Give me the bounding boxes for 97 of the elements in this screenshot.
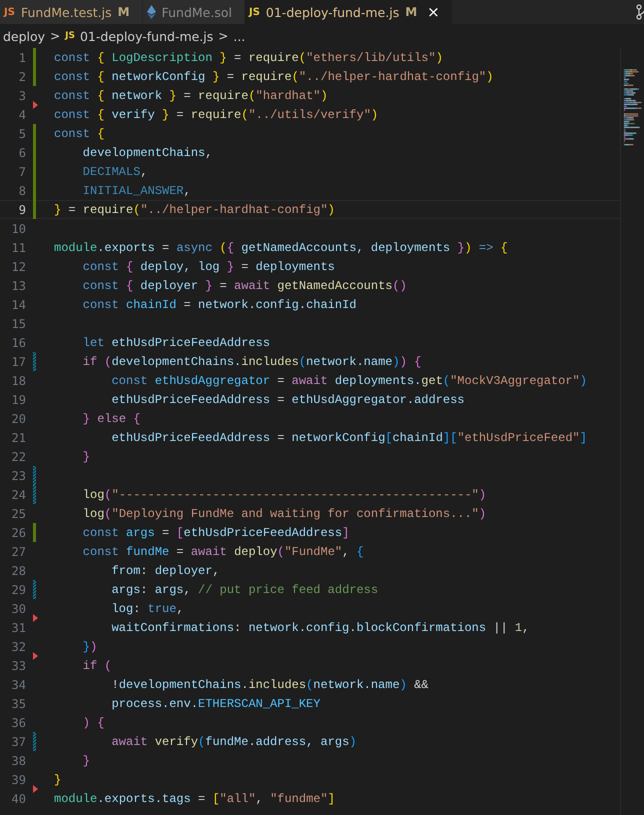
line-number: 4	[18, 108, 26, 122]
code-line: process.env.ETHERSCAN_API_KEY	[110, 696, 320, 710]
line-number: 33	[10, 658, 26, 672]
line-number: 26	[10, 526, 26, 540]
line-number: 25	[10, 506, 26, 520]
code-line: const { verify } = require("../utils/verify")	[54, 108, 378, 122]
code-line: args: args, // put price feed address	[110, 582, 378, 596]
code-line: developmentChains,	[82, 146, 212, 160]
code-line: }	[82, 450, 90, 464]
line-number: 14	[10, 298, 26, 312]
js-file-icon: JS	[65, 31, 75, 41]
code-line: const { networkConfig } = require("../helper-hardhat-config")	[54, 70, 494, 84]
breadcrumb-more[interactable]: ...	[233, 28, 246, 44]
editor-tab[interactable]: JS 01-deploy-fund-me.js M ×	[244, 0, 453, 24]
modified-label: M	[118, 5, 130, 19]
code-line: if (	[82, 658, 112, 672]
line-number: 5	[18, 126, 26, 140]
js-file-icon: JS	[4, 6, 15, 18]
line-number: 19	[10, 392, 26, 406]
code-line: })	[82, 640, 98, 654]
code-line: ethUsdPriceFeedAddress = networkConfig[chainId]["ethUsdPriceFeed"]	[110, 430, 587, 444]
line-number: 29	[10, 582, 26, 596]
tab-label: FundMe.test.js	[20, 4, 112, 20]
line-number: 10	[10, 222, 26, 236]
line-number: 22	[10, 450, 26, 464]
code-line: const ethUsdAggregator = await deployments.get("MockV3Aggregator")	[110, 374, 587, 388]
line-number: 24	[10, 488, 26, 502]
code-line: log("Deploying FundMe and waiting for confirmations...")	[82, 506, 486, 520]
code-line: DECIMALS,	[82, 164, 148, 178]
editor-tab[interactable]: FundMe.sol	[142, 0, 245, 24]
code-line: const chainId = network.config.chainId	[82, 298, 356, 312]
line-number: 35	[10, 696, 26, 710]
line-number: 36	[10, 716, 26, 730]
code-line: const { network } = require("hardhat")	[54, 88, 328, 102]
code-line: } = require("../helper-hardhat-config")	[54, 202, 335, 216]
line-number: 28	[10, 564, 26, 578]
code-line: const { deployer } = await getNamedAccounts()	[82, 278, 407, 292]
code-line: waitConfirmations: network.config.blockConfirmations || 1,	[110, 620, 530, 634]
code-line: }	[54, 772, 62, 786]
code-line: ) {	[82, 716, 104, 730]
line-number: 3	[18, 88, 26, 102]
line-number: 17	[10, 354, 26, 368]
code-line: const {	[54, 126, 104, 140]
diamond-icon	[146, 5, 156, 19]
line-number: 12	[10, 260, 26, 274]
line-number: 9	[18, 202, 26, 216]
code-line: const fundMe = await deploy("FundMe", {	[82, 544, 364, 558]
line-number: 30	[10, 602, 26, 616]
breadcrumb-separator: >	[50, 29, 60, 43]
line-number: 15	[10, 316, 26, 330]
line-number: 21	[10, 430, 26, 444]
tab-label: FundMe.sol	[162, 4, 232, 20]
line-number: 1	[18, 50, 26, 64]
line-number: 16	[10, 336, 26, 350]
code-line: ethUsdPriceFeedAddress = ethUsdAggregator.address	[110, 392, 464, 406]
code-line: from: deployer,	[110, 564, 220, 578]
breadcrumb-folder[interactable]: deploy	[3, 28, 46, 44]
branch-icon[interactable]	[636, 4, 644, 20]
minimap-drawing[interactable]	[620, 48, 644, 815]
line-number: 31	[10, 620, 26, 634]
line-number: 20	[10, 412, 26, 426]
line-number: 40	[10, 792, 26, 806]
line-number: 32	[10, 640, 26, 654]
line-number: 23	[10, 468, 26, 482]
line-number: 8	[18, 184, 26, 198]
code-line: } else {	[82, 412, 140, 426]
line-number: 37	[10, 734, 26, 748]
editor-tab[interactable]: JS FundMe.test.js M	[0, 0, 143, 24]
line-number: 38	[10, 754, 26, 768]
line-number: 27	[10, 544, 26, 558]
line-number: 39	[10, 772, 26, 786]
js-file-icon: JS	[248, 6, 260, 18]
code-line: module.exports.tags = ["all", "fundme"]	[54, 792, 335, 806]
line-number: 2	[18, 70, 26, 84]
line-number: 13	[10, 278, 26, 292]
line-number: 34	[10, 678, 26, 692]
code-line: const { deploy, log } = deployments	[82, 260, 335, 274]
code-line: const args = [ethUsdPriceFeedAddress]	[82, 526, 350, 540]
code-line: log: true,	[110, 602, 184, 616]
line-number: 7	[18, 164, 26, 178]
code-line: log("-------------------------------------------------")	[82, 488, 486, 502]
breadcrumb-file[interactable]: 01-deploy-fund-me.js	[80, 28, 214, 44]
line-number: 6	[18, 146, 26, 160]
line-number: 18	[10, 374, 26, 388]
line-number: 11	[10, 240, 26, 254]
code-line: await verify(fundMe.address, args)	[110, 734, 356, 748]
modified-label: M	[405, 5, 418, 19]
breadcrumb-separator: >	[218, 29, 228, 43]
code-line: INITIAL_ANSWER,	[82, 184, 191, 198]
code-line: let ethUsdPriceFeedAddress	[82, 336, 270, 350]
code-line: }	[82, 754, 90, 768]
code-line: module.exports = async ({ getNamedAccounts, deployments }) => {	[54, 240, 508, 254]
code-line: const { LogDescription } = require("ethers/lib/utils")	[54, 50, 443, 64]
close-button[interactable]: ×	[427, 3, 440, 21]
tab-label: 01-deploy-fund-me.js	[266, 4, 400, 20]
code-line: if (developmentChains.includes(network.name)) {	[82, 354, 422, 368]
code-line: !developmentChains.includes(network.name) &&	[110, 678, 428, 692]
